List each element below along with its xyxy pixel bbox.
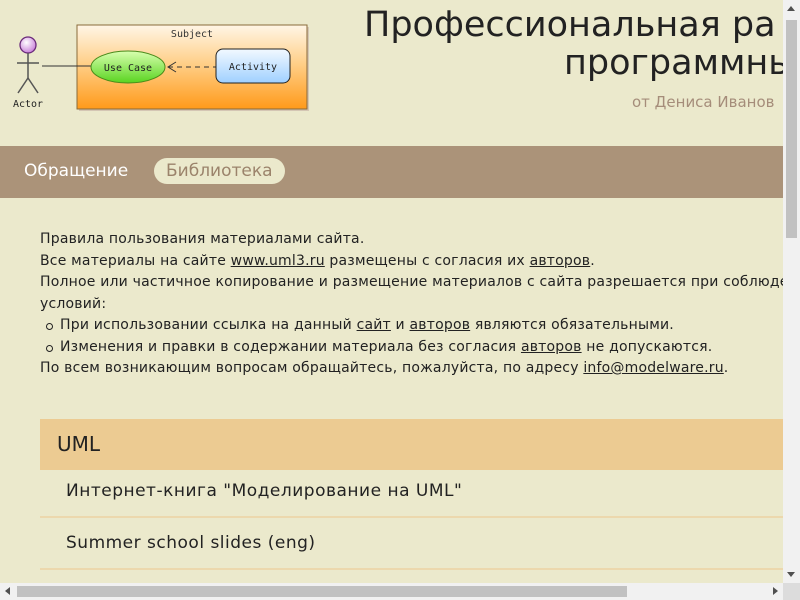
arrow-up-icon — [787, 6, 795, 11]
scrollbar-corner — [783, 583, 800, 600]
scroll-up-button[interactable] — [783, 0, 800, 17]
use-case-ellipse: Use Case — [90, 50, 166, 84]
vertical-scrollbar[interactable] — [783, 0, 800, 583]
main-nav: Обращение Библиотека — [0, 146, 783, 198]
rules-line-4: условий: — [40, 295, 107, 312]
site-title: Профессиональная ра программны — [364, 6, 783, 82]
library-item[interactable]: Интернет-книга "Моделирование на UML" — [40, 466, 783, 518]
authors-link[interactable]: авторов — [530, 253, 591, 269]
rules-list-item: Изменения и правки в содержании материал… — [40, 337, 783, 359]
authors-link[interactable]: авторов — [521, 339, 582, 355]
page-viewport: Subject Actor Use Case Activity Професси… — [0, 0, 783, 583]
scroll-down-button[interactable] — [783, 566, 800, 583]
activity-box: Activity — [215, 48, 291, 84]
authors-link[interactable]: авторов — [410, 317, 471, 333]
scroll-right-button[interactable] — [766, 583, 783, 600]
vertical-scroll-thumb[interactable] — [786, 20, 797, 238]
arrow-right-icon — [773, 587, 778, 595]
rules-line-5-pre: По всем возникающим вопросам обращайтесь… — [40, 360, 584, 376]
activity-label: Activity — [229, 62, 277, 73]
rules-line-3: Полное или частичное копирование и разме… — [40, 274, 783, 290]
rules-line-5: По всем возникающим вопросам обращайтесь… — [40, 358, 783, 380]
rules-line-2-pre: Все материалы на сайте — [40, 252, 231, 269]
rules-list-item: При использовании ссылка на данный сайт … — [40, 315, 783, 337]
horizontal-scrollbar[interactable] — [0, 583, 783, 600]
rules-line-2: Все материалы на сайте www.uml3.ru разме… — [40, 251, 783, 273]
nav-item-appeal[interactable]: Обращение — [24, 158, 128, 184]
arrow-left-icon — [5, 587, 10, 595]
email-link[interactable]: info@modelware.ru — [583, 360, 723, 376]
use-case-label: Use Case — [104, 63, 152, 74]
nav-item-library[interactable]: Библиотека — [154, 158, 285, 184]
rules-line-2-post: . — [590, 252, 595, 269]
site-link[interactable]: сайт — [357, 317, 391, 333]
site-logo[interactable]: Subject Actor Use Case Activity — [0, 0, 320, 118]
bullet1-post: являются обязательными. — [470, 317, 674, 333]
bullet2-pre: Изменения и правки в содержании материал… — [60, 338, 521, 355]
scroll-left-button[interactable] — [0, 583, 17, 600]
site-subtitle: от Дениса Иванов — [632, 93, 775, 111]
rules-line-1: Правила пользования материалами сайта. — [40, 231, 365, 247]
site-title-line2: программны — [564, 43, 783, 83]
rules-list: При использовании ссылка на данный сайт … — [40, 315, 783, 358]
arrow-down-icon — [787, 572, 795, 577]
actor-figure: Actor — [13, 36, 43, 110]
site-title-line1: Профессиональная ра — [364, 5, 776, 45]
library-section-header[interactable]: UML — [40, 419, 783, 470]
rules-line-5-post: . — [723, 360, 729, 376]
bullet2-post: не допускаются. — [581, 338, 713, 355]
library-item[interactable]: Summer school slides (eng) — [40, 518, 783, 570]
subject-label: Subject — [171, 29, 213, 40]
bullet1-mid: и — [390, 317, 410, 333]
site-link[interactable]: www.uml3.ru — [231, 253, 325, 269]
horizontal-scroll-thumb[interactable] — [17, 586, 627, 597]
actor-label: Actor — [13, 99, 43, 110]
usage-rules: Правила пользования материалами сайта. В… — [40, 229, 783, 380]
rules-line-2-mid: размещены с согласия их — [324, 252, 530, 269]
bullet1-pre: При использовании ссылка на данный — [60, 317, 357, 333]
